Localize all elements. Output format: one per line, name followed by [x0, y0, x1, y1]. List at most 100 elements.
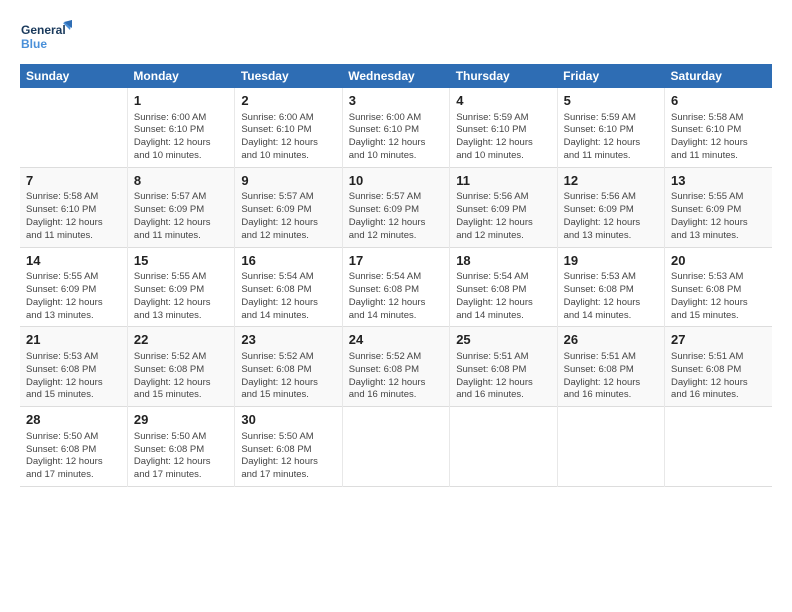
day-number: 9	[241, 172, 335, 190]
day-info: Sunrise: 5:52 AMSunset: 6:08 PMDaylight:…	[349, 351, 443, 402]
col-header-saturday: Saturday	[665, 64, 772, 88]
calendar-day-cell: 23 Sunrise: 5:52 AMSunset: 6:08 PMDayligh…	[235, 327, 342, 407]
day-info: Sunrise: 5:58 AMSunset: 6:10 PMDaylight:…	[26, 191, 121, 242]
svg-text:General: General	[21, 23, 66, 37]
calendar-day-cell	[450, 407, 557, 487]
calendar-day-cell: 21Sunrise: 5:53 AMSunset: 6:08 PMDayligh…	[20, 327, 127, 407]
day-info: Sunrise: 5:58 AMSunset: 6:10 PMDaylight:…	[671, 112, 766, 163]
calendar-day-cell: 2Sunrise: 6:00 AMSunset: 6:10 PMDaylight…	[235, 88, 342, 167]
day-info: Sunrise: 5:52 AMSunset: 6:08 PMDaylight:…	[134, 351, 228, 402]
day-number: 12	[564, 172, 658, 190]
calendar-day-cell: 7Sunrise: 5:58 AMSunset: 6:10 PMDaylight…	[20, 167, 127, 247]
day-info: Sunrise: 5:51 AMSunset: 6:08 PMDaylight:…	[456, 351, 550, 402]
calendar-week-row: 14Sunrise: 5:55 AMSunset: 6:09 PMDayligh…	[20, 247, 772, 327]
day-info: Sunrise: 5:53 AMSunset: 6:08 PMDaylight:…	[564, 271, 658, 322]
col-header-monday: Monday	[127, 64, 234, 88]
day-info: Sunrise: 6:00 AMSunset: 6:10 PMDaylight:…	[241, 112, 335, 163]
col-header-tuesday: Tuesday	[235, 64, 342, 88]
day-info: Sunrise: 6:00 AMSunset: 6:10 PMDaylight:…	[134, 112, 228, 163]
day-info: Sunrise: 5:50 AMSunset: 6:08 PMDaylight:…	[241, 431, 335, 482]
day-number: 20	[671, 252, 766, 270]
calendar-day-cell: 18Sunrise: 5:54 AMSunset: 6:08 PMDayligh…	[450, 247, 557, 327]
day-number: 13	[671, 172, 766, 190]
day-number: 1	[134, 92, 228, 110]
calendar-day-cell: 10Sunrise: 5:57 AMSunset: 6:09 PMDayligh…	[342, 167, 449, 247]
calendar-day-cell: 5Sunrise: 5:59 AMSunset: 6:10 PMDaylight…	[557, 88, 664, 167]
col-header-wednesday: Wednesday	[342, 64, 449, 88]
calendar-day-cell: 27 Sunrise: 5:51 AMSunset: 6:08 PMDayligh…	[665, 327, 772, 407]
day-number: 25	[456, 331, 550, 349]
day-number: 16	[241, 252, 335, 270]
day-info: Sunrise: 5:59 AMSunset: 6:10 PMDaylight:…	[456, 112, 550, 163]
day-number: 27	[671, 331, 766, 349]
calendar-day-cell: 16Sunrise: 5:54 AMSunset: 6:08 PMDayligh…	[235, 247, 342, 327]
day-number: 19	[564, 252, 658, 270]
calendar-day-cell: 26 Sunrise: 5:51 AMSunset: 6:08 PMDayligh…	[557, 327, 664, 407]
day-number: 18	[456, 252, 550, 270]
day-info: Sunrise: 5:51 AMSunset: 6:08 PMDaylight:…	[564, 351, 658, 402]
day-info: Sunrise: 6:00 AMSunset: 6:10 PMDaylight:…	[349, 112, 443, 163]
day-info: Sunrise: 5:56 AMSunset: 6:09 PMDaylight:…	[564, 191, 658, 242]
day-info: Sunrise: 5:50 AMSunset: 6:08 PMDaylight:…	[134, 431, 228, 482]
day-info: Sunrise: 5:50 AMSunset: 6:08 PMDaylight:…	[26, 431, 121, 482]
day-number: 10	[349, 172, 443, 190]
calendar-day-cell: 4 Sunrise: 5:59 AMSunset: 6:10 PMDaylight…	[450, 88, 557, 167]
calendar-table: SundayMondayTuesdayWednesdayThursdayFrid…	[20, 64, 772, 487]
day-number: 3	[349, 92, 443, 110]
day-number: 26	[564, 331, 658, 349]
day-info: Sunrise: 5:52 AMSunset: 6:08 PMDaylight:…	[241, 351, 335, 402]
day-info: Sunrise: 5:55 AMSunset: 6:09 PMDaylight:…	[134, 271, 228, 322]
day-info: Sunrise: 5:55 AMSunset: 6:09 PMDaylight:…	[671, 191, 766, 242]
calendar-day-cell: 3 Sunrise: 6:00 AMSunset: 6:10 PMDaylight…	[342, 88, 449, 167]
calendar-week-row: 7Sunrise: 5:58 AMSunset: 6:10 PMDaylight…	[20, 167, 772, 247]
day-info: Sunrise: 5:57 AMSunset: 6:09 PMDaylight:…	[134, 191, 228, 242]
day-info: Sunrise: 5:55 AMSunset: 6:09 PMDaylight:…	[26, 271, 121, 322]
calendar-day-cell: 13Sunrise: 5:55 AMSunset: 6:09 PMDayligh…	[665, 167, 772, 247]
col-header-sunday: Sunday	[20, 64, 127, 88]
day-info: Sunrise: 5:57 AMSunset: 6:09 PMDaylight:…	[349, 191, 443, 242]
calendar-day-cell: 19Sunrise: 5:53 AMSunset: 6:08 PMDayligh…	[557, 247, 664, 327]
day-number: 14	[26, 252, 121, 270]
calendar-day-cell: 25 Sunrise: 5:51 AMSunset: 6:08 PMDayligh…	[450, 327, 557, 407]
calendar-day-cell: 29 Sunrise: 5:50 AMSunset: 6:08 PMDayligh…	[127, 407, 234, 487]
calendar-day-cell: 28 Sunrise: 5:50 AMSunset: 6:08 PMDayligh…	[20, 407, 127, 487]
day-number: 6	[671, 92, 766, 110]
day-number: 28	[26, 411, 121, 429]
calendar-day-cell	[665, 407, 772, 487]
calendar-day-cell: 11Sunrise: 5:56 AMSunset: 6:09 PMDayligh…	[450, 167, 557, 247]
day-number: 23	[241, 331, 335, 349]
day-info: Sunrise: 5:53 AMSunset: 6:08 PMDaylight:…	[26, 351, 121, 402]
calendar-day-cell: 14Sunrise: 5:55 AMSunset: 6:09 PMDayligh…	[20, 247, 127, 327]
day-number: 22	[134, 331, 228, 349]
day-number: 5	[564, 92, 658, 110]
calendar-day-cell: 20Sunrise: 5:53 AMSunset: 6:08 PMDayligh…	[665, 247, 772, 327]
logo: General Blue	[20, 18, 72, 56]
day-info: Sunrise: 5:57 AMSunset: 6:09 PMDaylight:…	[241, 191, 335, 242]
calendar-day-cell: 6 Sunrise: 5:58 AMSunset: 6:10 PMDaylight…	[665, 88, 772, 167]
calendar-day-cell: 22 Sunrise: 5:52 AMSunset: 6:08 PMDayligh…	[127, 327, 234, 407]
calendar-week-row: 21Sunrise: 5:53 AMSunset: 6:08 PMDayligh…	[20, 327, 772, 407]
day-number: 15	[134, 252, 228, 270]
day-info: Sunrise: 5:53 AMSunset: 6:08 PMDaylight:…	[671, 271, 766, 322]
day-number: 7	[26, 172, 121, 190]
day-info: Sunrise: 5:56 AMSunset: 6:09 PMDaylight:…	[456, 191, 550, 242]
day-info: Sunrise: 5:51 AMSunset: 6:08 PMDaylight:…	[671, 351, 766, 402]
col-header-thursday: Thursday	[450, 64, 557, 88]
day-number: 17	[349, 252, 443, 270]
calendar-day-cell	[557, 407, 664, 487]
day-number: 29	[134, 411, 228, 429]
day-number: 8	[134, 172, 228, 190]
day-info: Sunrise: 5:54 AMSunset: 6:08 PMDaylight:…	[349, 271, 443, 322]
calendar-day-cell: 17Sunrise: 5:54 AMSunset: 6:08 PMDayligh…	[342, 247, 449, 327]
col-header-friday: Friday	[557, 64, 664, 88]
day-info: Sunrise: 5:54 AMSunset: 6:08 PMDaylight:…	[241, 271, 335, 322]
day-number: 24	[349, 331, 443, 349]
calendar-day-cell: 30 Sunrise: 5:50 AMSunset: 6:08 PMDayligh…	[235, 407, 342, 487]
day-number: 11	[456, 172, 550, 190]
calendar-day-cell: 8Sunrise: 5:57 AMSunset: 6:09 PMDaylight…	[127, 167, 234, 247]
day-info: Sunrise: 5:54 AMSunset: 6:08 PMDaylight:…	[456, 271, 550, 322]
calendar-day-cell: 9Sunrise: 5:57 AMSunset: 6:09 PMDaylight…	[235, 167, 342, 247]
day-number: 30	[241, 411, 335, 429]
day-number: 4	[456, 92, 550, 110]
calendar-header-row: SundayMondayTuesdayWednesdayThursdayFrid…	[20, 64, 772, 88]
